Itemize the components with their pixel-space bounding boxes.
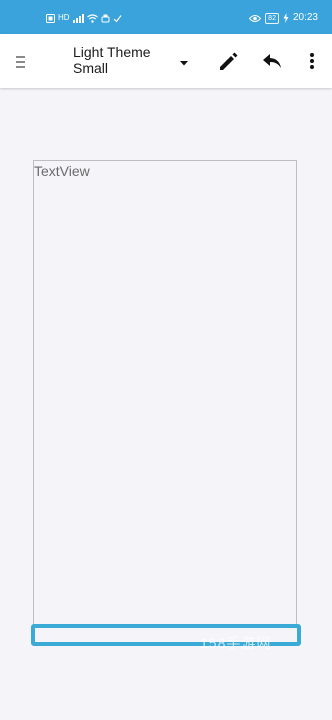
app-toolbar: Light Theme Small	[0, 34, 332, 88]
textview-frame[interactable]	[33, 160, 297, 628]
hamburger-icon[interactable]	[12, 52, 32, 72]
pencil-icon	[220, 52, 238, 70]
undo-button[interactable]	[259, 48, 285, 74]
usb-icon	[101, 14, 110, 22]
undo-icon	[263, 54, 281, 68]
dropdown-arrow-icon[interactable]	[177, 56, 191, 70]
status-bar: HD 82 20:23	[0, 0, 332, 34]
charging-icon	[283, 13, 289, 23]
more-button[interactable]	[299, 48, 325, 74]
sim-icon	[46, 13, 55, 23]
check-icon	[113, 14, 122, 22]
network-label: HD	[58, 13, 70, 22]
textview-label: TextView	[34, 163, 90, 179]
status-time: 20:23	[292, 12, 318, 23]
more-vert-icon	[310, 53, 314, 69]
edit-button[interactable]	[215, 48, 241, 74]
wifi-icon	[86, 13, 98, 23]
theme-selector[interactable]: Light Theme Small	[73, 44, 178, 76]
theme-size: Small	[73, 60, 109, 76]
status-right-group: 82 20:23	[249, 12, 318, 24]
status-left-group: HD	[46, 13, 122, 23]
signal-icon	[72, 13, 84, 23]
watermark: 158手游网	[200, 635, 272, 651]
eye-icon	[249, 14, 262, 22]
theme-title: Light Theme	[73, 44, 151, 60]
battery-indicator: 82	[265, 12, 279, 24]
